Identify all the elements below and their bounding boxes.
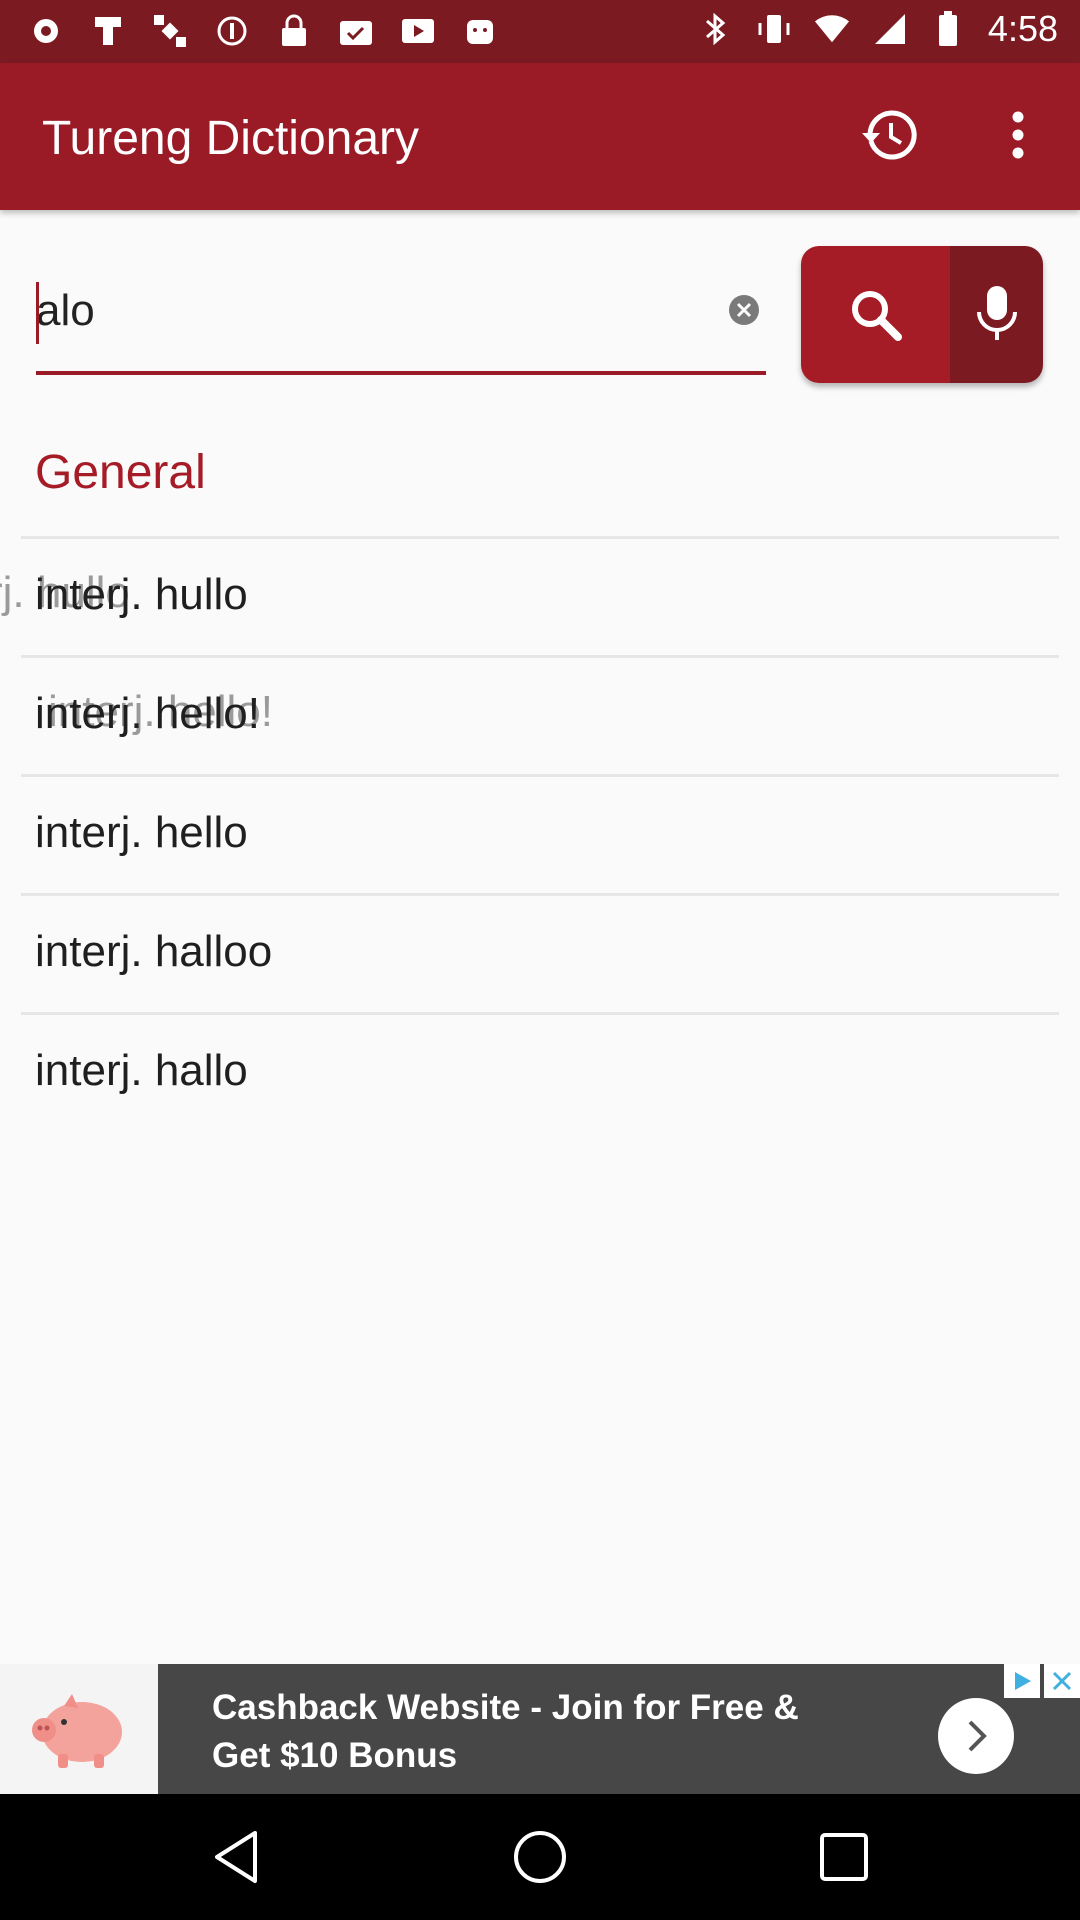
back-button[interactable] (206, 1827, 266, 1887)
voice-search-button[interactable] (950, 246, 1043, 383)
chevron-right-icon (968, 1720, 987, 1752)
recents-button[interactable] (814, 1827, 874, 1887)
back-icon (215, 1831, 257, 1883)
close-icon (1052, 1671, 1072, 1691)
satellite-icon (152, 12, 188, 50)
divider (21, 536, 1059, 539)
search-input[interactable] (36, 276, 696, 346)
ad-close-button[interactable] (1044, 1664, 1080, 1698)
status-time: 4:58 (987, 8, 1058, 49)
search-button[interactable] (801, 246, 950, 383)
search-bar (36, 260, 766, 376)
bluetooth-icon (698, 10, 734, 48)
more-vert-icon (1012, 111, 1024, 159)
ad-line-2: Get $10 Bonus (212, 1736, 458, 1775)
list-item[interactable]: interj. hello! interj. hello! (0, 655, 1080, 774)
ad-open-button[interactable] (938, 1698, 1014, 1774)
task-icon (338, 12, 374, 50)
wifi-icon (814, 10, 850, 48)
ad-line-1: Cashback Website - Join for Free & (212, 1688, 799, 1727)
divider (21, 655, 1059, 658)
video-icon (400, 12, 436, 50)
more-options-button[interactable] (1000, 105, 1036, 165)
divider (21, 1012, 1059, 1015)
list-item[interactable]: interj. halloo (0, 893, 1080, 1012)
history-icon (862, 110, 917, 160)
clear-icon (729, 295, 759, 325)
piggy-bank-icon (32, 1694, 122, 1768)
result-text: interj. hullo (35, 570, 248, 619)
record-icon (28, 12, 64, 50)
clear-button[interactable] (726, 292, 762, 328)
ad-banner[interactable]: Cashback Website - Join for Free & Get $… (0, 1664, 1080, 1794)
page-title: Tureng Dictionary (42, 112, 420, 165)
battery-icon (930, 10, 966, 48)
home-button[interactable] (510, 1827, 570, 1887)
status-bar: 4:58 (0, 0, 1080, 63)
android-icon (462, 12, 498, 50)
recents-icon (820, 1833, 868, 1881)
ad-choices-icon (1015, 1672, 1031, 1690)
microphone-icon (976, 285, 1017, 340)
fake-gps-icon (90, 12, 126, 50)
search-underline (36, 371, 766, 375)
vibrate-icon (756, 10, 792, 48)
result-text: interj. hello! (35, 689, 261, 738)
divider (21, 774, 1059, 777)
search-icon (851, 290, 902, 341)
section-title-general: General (35, 446, 206, 499)
ad-text: Cashback Website - Join for Free & Get $… (212, 1684, 912, 1780)
ad-choices-button[interactable] (1004, 1664, 1040, 1698)
text-cursor (36, 282, 39, 344)
result-text: interj. hello (35, 808, 248, 857)
results-list: rj. hullo interj. hullo interj. hello! i… (0, 536, 1080, 1131)
history-button[interactable] (860, 105, 920, 165)
list-item[interactable]: interj. hallo (0, 1012, 1080, 1131)
divider (21, 893, 1059, 896)
blocked-icon (214, 12, 250, 50)
app-bar: Tureng Dictionary (0, 63, 1080, 210)
result-text: interj. hallo (35, 1046, 248, 1095)
navigation-bar (0, 1794, 1080, 1920)
signal-icon (872, 10, 908, 48)
list-item[interactable]: interj. hello (0, 774, 1080, 893)
result-text: interj. halloo (35, 927, 273, 976)
list-item[interactable]: rj. hullo interj. hullo (0, 536, 1080, 655)
lock-icon (276, 12, 312, 50)
search-actions (801, 246, 1043, 383)
home-icon (514, 1831, 566, 1883)
ad-image (0, 1664, 158, 1794)
